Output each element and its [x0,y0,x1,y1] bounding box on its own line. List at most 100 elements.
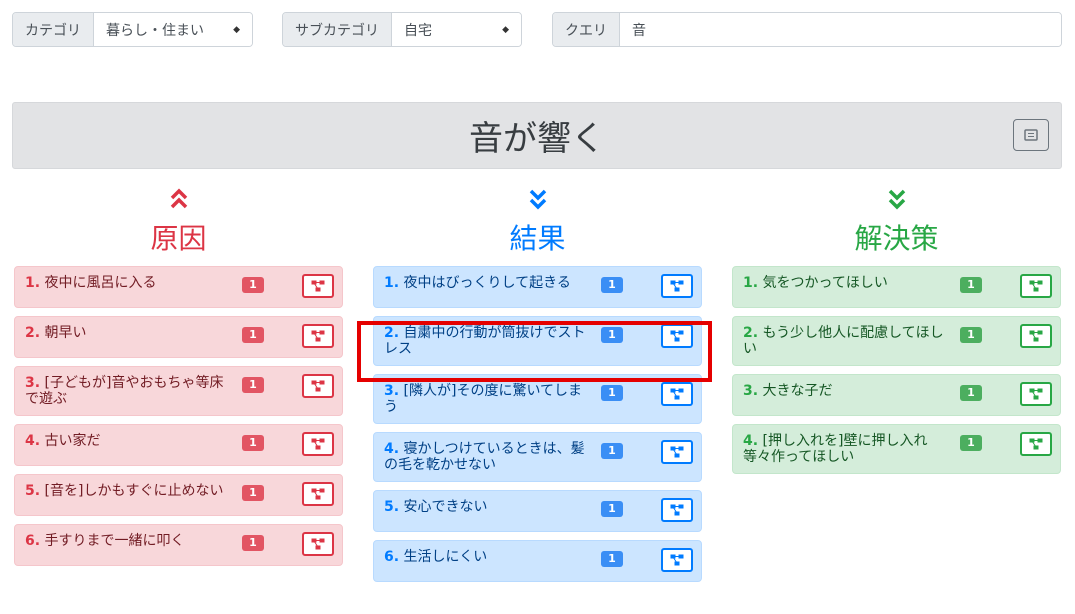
cause-item[interactable]: 2. 朝早い 1 [14,316,343,358]
item-text: 大きな子だ [762,383,833,399]
cause-item[interactable]: 6. 手すりまで一緒に叩く 1 [14,524,343,566]
list-view-button[interactable] [1013,119,1049,151]
tree-icon [670,330,684,342]
topic-header: 音が響く [12,102,1062,169]
tree-view-button[interactable] [302,532,334,556]
solution-item[interactable]: 1. 気をつかってほしい 1 [732,266,1061,308]
subcategory-value: 自宅 [404,22,432,39]
item-number: 5. [384,499,400,515]
select-caret-icon: ◆ [502,24,509,35]
tree-view-button[interactable] [661,274,693,298]
count-badge: 1 [960,277,982,293]
count-badge: 1 [601,327,623,343]
cause-item[interactable]: 4. 古い家だ 1 [14,424,343,466]
count-badge: 1 [242,277,264,293]
category-label: カテゴリ [13,13,94,46]
count-badge: 1 [601,385,623,401]
tree-icon [670,446,684,458]
tree-icon [1029,280,1043,292]
select-caret-icon: ◆ [233,24,240,35]
tree-view-button[interactable] [302,274,334,298]
count-badge: 1 [601,443,623,459]
item-number: 6. [384,549,400,565]
item-text: 手すりまで一緒に叩く [44,533,185,549]
result-item[interactable]: 2. 自粛中の行動が筒抜けでストレス 1 [373,316,702,366]
count-badge: 1 [242,327,264,343]
tree-view-button[interactable] [302,374,334,398]
count-badge: 1 [601,501,623,517]
result-item[interactable]: 5. 安心できない 1 [373,490,702,532]
solution-item[interactable]: 3. 大きな子だ 1 [732,374,1061,416]
tree-icon [311,538,325,550]
topic-title: 音が響く [469,119,605,159]
query-group: クエリ 音 [552,12,1062,47]
result-item[interactable]: 1. 夜中はびっくりして起きる 1 [373,266,702,308]
query-input[interactable]: 音 [620,13,1061,46]
query-label: クエリ [553,13,620,46]
result-item[interactable]: 3. [隣人が]その度に驚いてしまう 1 [373,374,702,424]
chevrons-down-icon[interactable] [732,188,1061,218]
item-text: 夜中はびっくりして起きる [403,275,571,291]
count-badge: 1 [242,485,264,501]
item-number: 3. [743,383,759,399]
result-item[interactable]: 6. 生活しにくい 1 [373,540,702,582]
tree-view-button[interactable] [661,382,693,406]
solution-item[interactable]: 4. [押し入れを]壁に押し入れ等々作ってほしい 1 [732,424,1061,474]
list-icon [1024,129,1038,141]
item-number: 4. [743,433,759,449]
tree-icon [670,280,684,292]
count-badge: 1 [601,551,623,567]
tree-icon [1029,438,1043,450]
item-text: 朝早い [44,325,87,341]
tree-icon [1029,330,1043,342]
item-number: 1. [384,275,400,291]
tree-view-button[interactable] [302,432,334,456]
cause-title: 原因 [150,222,207,255]
subcategory-select[interactable]: 自宅 ◆ [392,13,521,46]
tree-view-button[interactable] [1020,324,1052,348]
item-text: もう少し他人に配慮してほしい [743,325,944,357]
cause-item[interactable]: 3. [子どもが]音やおもちゃ等床で遊ぶ 1 [14,366,343,416]
solution-item[interactable]: 2. もう少し他人に配慮してほしい 1 [732,316,1061,366]
count-badge: 1 [242,535,264,551]
count-badge: 1 [960,435,982,451]
tree-view-button[interactable] [661,440,693,464]
cause-item[interactable]: 5. [音を]しかもすぐに止めない 1 [14,474,343,516]
cause-item[interactable]: 1. 夜中に風呂に入る 1 [14,266,343,308]
item-number: 4. [25,433,41,449]
tree-view-button[interactable] [1020,382,1052,406]
subcategory-label: サブカテゴリ [283,13,392,46]
category-select[interactable]: 暮らし・住まい ◆ [94,13,252,46]
item-number: 1. [25,275,41,291]
tree-view-button[interactable] [1020,432,1052,456]
item-text: 古い家だ [44,433,101,449]
cause-column: 原因 1. 夜中に風呂に入る 1 2. 朝早い 1 3. [子どもが]音やおもちゃ等床で遊… [14,188,343,574]
tree-view-button[interactable] [302,482,334,506]
tree-view-button[interactable] [302,324,334,348]
item-number: 3. [384,383,400,399]
item-number: 2. [743,325,759,341]
solution-column: 解決策 1. 気をつかってほしい 1 2. もう少し他人に配慮してほしい 1 3. 大きな… [732,188,1061,482]
tree-icon [311,330,325,342]
chevrons-up-icon[interactable] [14,188,343,218]
item-number: 1. [743,275,759,291]
tree-view-button[interactable] [661,498,693,522]
item-text: [子どもが]音やおもちゃ等床で遊ぶ [25,375,224,407]
chevrons-down-icon[interactable] [373,188,702,218]
result-title: 結果 [509,222,566,255]
category-select-group: カテゴリ 暮らし・住まい ◆ [12,12,253,47]
count-badge: 1 [601,277,623,293]
count-badge: 1 [960,327,982,343]
item-text: [音を]しかもすぐに止めない [44,483,224,499]
item-number: 5. [25,483,41,499]
tree-view-button[interactable] [1020,274,1052,298]
item-text: 生活しにくい [403,549,488,565]
result-item[interactable]: 4. 寝かしつけているときは、髪の毛を乾かせない 1 [373,432,702,482]
tree-view-button[interactable] [661,548,693,572]
item-number: 3. [25,375,41,391]
tree-icon [311,280,325,292]
tree-icon [670,388,684,400]
tree-view-button[interactable] [661,324,693,348]
tree-icon [311,438,325,450]
tree-icon [670,504,684,516]
